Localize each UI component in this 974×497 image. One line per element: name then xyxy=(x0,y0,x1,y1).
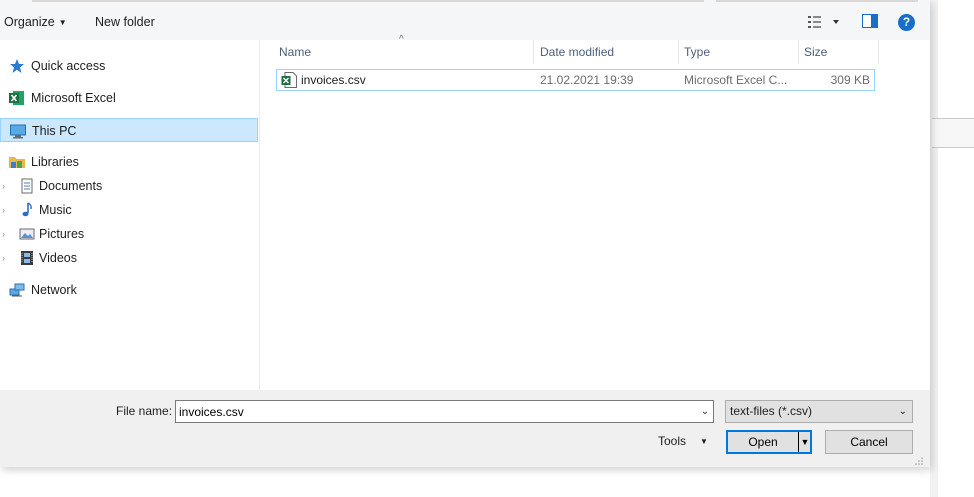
view-options-icon[interactable] xyxy=(806,13,846,31)
search-box-edge xyxy=(716,0,918,2)
background-window-edge xyxy=(930,0,938,497)
file-name-label: File name: xyxy=(116,404,173,418)
star-icon xyxy=(9,58,25,74)
nav-label: Libraries xyxy=(31,155,79,169)
pictures-icon xyxy=(19,226,35,242)
nav-label: Network xyxy=(31,283,77,297)
tools-button[interactable]: Tools ▼ xyxy=(658,434,708,448)
background-window-strip xyxy=(932,118,974,148)
file-name-cell: invoices.csv xyxy=(301,73,366,87)
nav-item-this-pc[interactable]: This PC xyxy=(0,118,258,142)
column-header-size[interactable]: Size xyxy=(799,40,879,64)
column-header-name[interactable]: Name xyxy=(274,40,534,64)
expand-chevron-icon[interactable]: › xyxy=(2,222,5,246)
nav-item-pictures[interactable]: › Pictures xyxy=(0,222,258,246)
command-bar: Organize ▼ New folder ? xyxy=(0,0,930,40)
nav-label: Music xyxy=(39,203,72,217)
table-row[interactable]: invoices.csv 21.02.2021 19:39 Microsoft … xyxy=(276,69,875,91)
videos-icon xyxy=(19,250,35,266)
tools-label: Tools xyxy=(658,434,687,448)
open-options-caret-icon[interactable]: ▼ xyxy=(800,432,810,452)
expand-chevron-icon[interactable]: › xyxy=(2,174,5,198)
nav-item-music[interactable]: › Music xyxy=(0,198,258,222)
file-type-value: text-files (*.csv) xyxy=(730,404,813,418)
expand-chevron-icon[interactable]: › xyxy=(2,198,5,222)
nav-label: Quick access xyxy=(31,59,106,73)
nav-item-microsoft-excel[interactable]: Microsoft Excel xyxy=(0,86,258,110)
new-folder-button[interactable]: New folder xyxy=(95,10,155,34)
resize-grip-icon[interactable] xyxy=(914,455,924,465)
chevron-down-icon: ⌄ xyxy=(898,406,907,417)
excel-icon xyxy=(9,90,25,106)
file-open-dialog: Organize ▼ New folder ? Quick access Mic… xyxy=(0,0,930,467)
open-button[interactable]: Open ▼ xyxy=(726,430,812,454)
address-bar-edge xyxy=(32,0,704,2)
nav-label: Documents xyxy=(39,179,103,193)
organize-button[interactable]: Organize ▼ xyxy=(4,10,67,34)
nav-item-documents[interactable]: › Documents xyxy=(0,174,258,198)
file-type-cell: Microsoft Excel C... xyxy=(684,73,788,87)
file-size-cell: 309 KB xyxy=(830,73,870,87)
expand-chevron-icon[interactable]: › xyxy=(2,246,5,270)
file-date-cell: 21.02.2021 19:39 xyxy=(540,73,634,87)
column-header-date-modified[interactable]: Date modified xyxy=(535,40,679,64)
nav-label: Microsoft Excel xyxy=(31,91,116,105)
nav-item-network[interactable]: Network xyxy=(0,278,258,302)
nav-item-quick-access[interactable]: Quick access xyxy=(0,54,258,78)
open-label: Open xyxy=(748,435,778,449)
nav-item-libraries[interactable]: Libraries xyxy=(0,150,258,174)
documents-icon xyxy=(19,178,35,194)
file-name-input[interactable] xyxy=(175,400,714,423)
nav-item-videos[interactable]: › Videos xyxy=(0,246,258,270)
chevron-down-icon: ▼ xyxy=(58,18,67,27)
computer-icon xyxy=(10,123,26,139)
split-divider xyxy=(798,432,799,452)
cancel-button[interactable]: Cancel xyxy=(825,430,913,454)
nav-label: Videos xyxy=(39,251,77,265)
network-icon xyxy=(9,282,25,298)
preview-pane-icon[interactable] xyxy=(862,14,878,28)
nav-label: This PC xyxy=(32,124,77,138)
excel-csv-file-icon xyxy=(281,72,297,88)
folder-icon xyxy=(9,154,25,170)
navigation-pane: Quick access Microsoft Excel This PC Lib… xyxy=(0,40,260,390)
file-type-select[interactable]: text-files (*.csv) ⌄ xyxy=(725,400,913,423)
nav-label: Pictures xyxy=(39,227,85,241)
file-list-pane: ^ Name Date modified Type Size invoices.… xyxy=(261,34,930,390)
dialog-footer: File name: ⌄ text-files (*.csv) ⌄ Tools ▼… xyxy=(0,390,930,467)
caret-down-icon: ▼ xyxy=(700,437,708,446)
column-header-type[interactable]: Type xyxy=(679,40,799,64)
chevron-down-icon[interactable]: ⌄ xyxy=(697,401,713,422)
music-icon xyxy=(19,202,35,218)
organize-label: Organize xyxy=(4,15,55,29)
help-icon[interactable]: ? xyxy=(898,14,915,31)
